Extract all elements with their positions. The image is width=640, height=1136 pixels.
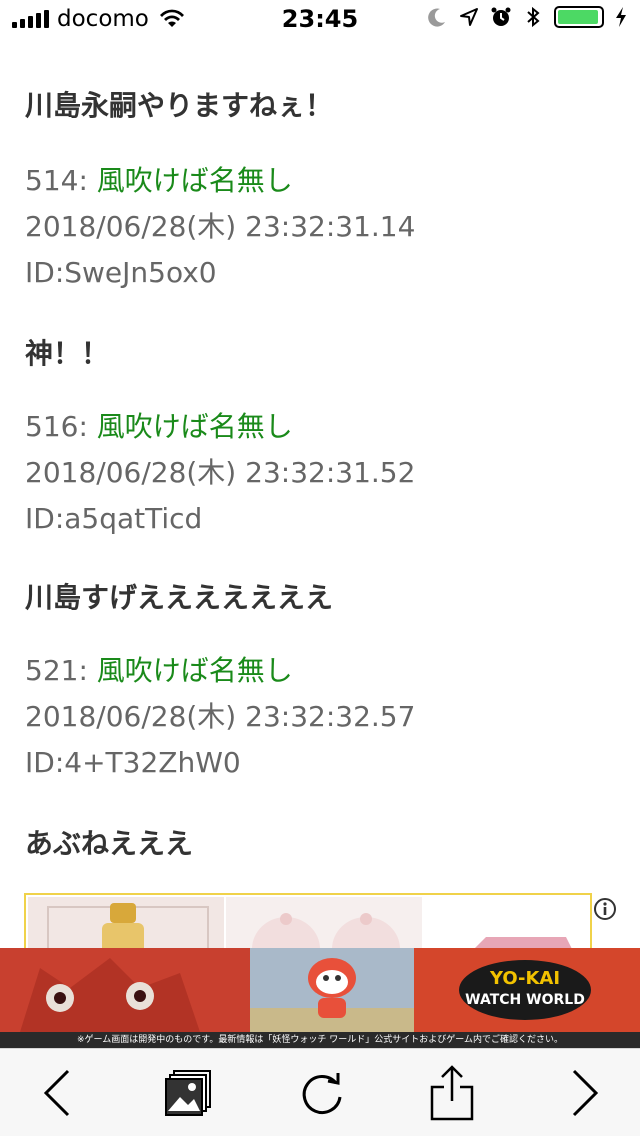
post-header: 521: 風吹けば名無し 2018/06/28(木) 23:32:32.57 I… xyxy=(25,648,415,786)
poster-name: 風吹けば名無し xyxy=(96,164,293,197)
post-date: 2018/06/28(木) 23:32:31.52 xyxy=(25,456,416,489)
poster-name: 風吹けば名無し xyxy=(96,654,293,687)
back-icon[interactable] xyxy=(30,1065,86,1121)
ad-product-image[interactable] xyxy=(28,897,224,953)
moon-icon xyxy=(428,8,445,27)
ad-product-image[interactable] xyxy=(426,897,590,953)
tabs-icon[interactable] xyxy=(160,1065,216,1121)
alarm-icon xyxy=(491,7,511,26)
yokai-watch-logo: YO-KAI WATCH WORLD xyxy=(459,960,591,1020)
svg-text:YO-KAI: YO-KAI xyxy=(489,968,560,989)
banner-character-art xyxy=(0,948,250,1032)
banner-ad[interactable]: YO-KAI WATCH WORLD ※ゲーム画面は開発中のものです。最新情報は… xyxy=(0,948,640,1048)
location-icon xyxy=(460,8,478,26)
post-number[interactable]: 514: xyxy=(25,164,88,197)
ad-frame[interactable] xyxy=(24,893,592,953)
charging-icon xyxy=(616,7,626,27)
browser-toolbar xyxy=(0,1048,640,1136)
status-bar: docomo 23:45 xyxy=(0,0,640,40)
post-header: 516: 風吹けば名無し 2018/06/28(木) 23:32:31.52 I… xyxy=(25,404,415,542)
post-body: 川島永嗣やりますねぇ！ xyxy=(25,89,334,122)
battery-icon xyxy=(554,6,604,28)
post-date: 2018/06/28(木) 23:32:32.57 xyxy=(25,700,416,733)
post-body: あぶねえええ xyxy=(25,827,194,860)
post-id[interactable]: ID:SweJn5ox0 xyxy=(25,250,415,296)
post-id[interactable]: ID:4+T32ZhW0 xyxy=(25,740,415,786)
post-header: 514: 風吹けば名無し 2018/06/28(木) 23:32:31.14 I… xyxy=(25,158,415,296)
svg-text:WATCH WORLD: WATCH WORLD xyxy=(465,992,585,1008)
banner-game-screenshot xyxy=(250,948,414,1032)
banner-caption: ※ゲーム画面は開発中のものです。最新情報は「妖怪ウォッチ ワールド」公式サイトお… xyxy=(0,1032,640,1048)
post-number[interactable]: 516: xyxy=(25,410,88,443)
status-right xyxy=(426,6,628,28)
post-body: 川島すげえええええええ xyxy=(25,581,334,614)
share-icon[interactable] xyxy=(424,1065,480,1121)
bluetooth-icon xyxy=(527,6,540,28)
ad-product-image[interactable] xyxy=(226,897,422,953)
post-meta-line: 521: 風吹けば名無し xyxy=(25,648,415,694)
post-id[interactable]: ID:a5qatTicd xyxy=(25,496,415,542)
forward-icon[interactable] xyxy=(556,1065,612,1121)
post-body: 神！！ xyxy=(25,337,110,370)
poster-name: 風吹けば名無し xyxy=(96,410,293,443)
battery-level xyxy=(558,10,598,24)
post-number[interactable]: 521: xyxy=(25,654,88,687)
post-meta-line: 516: 風吹けば名無し xyxy=(25,404,415,450)
reload-icon[interactable] xyxy=(294,1065,350,1121)
info-icon[interactable] xyxy=(593,897,617,921)
post-meta-line: 514: 風吹けば名無し xyxy=(25,158,415,204)
post-date: 2018/06/28(木) 23:32:31.14 xyxy=(25,210,416,243)
